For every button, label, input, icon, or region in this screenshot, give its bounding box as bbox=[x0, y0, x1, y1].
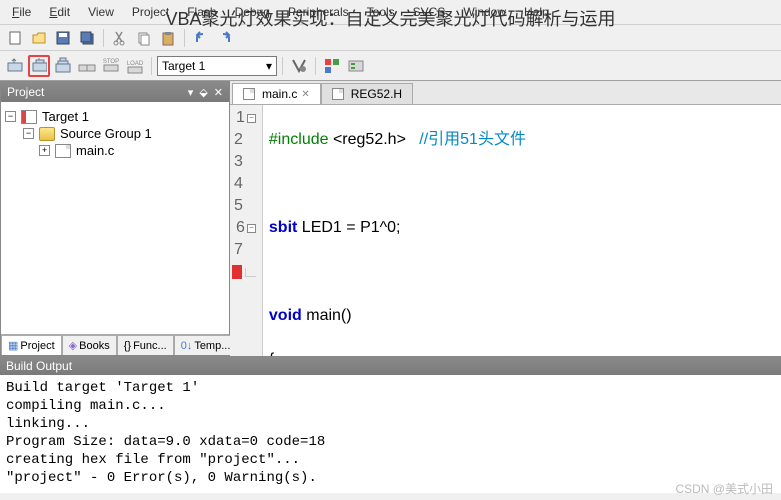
build-output-header: Build Output bbox=[0, 357, 781, 375]
menu-file[interactable]: File bbox=[4, 3, 39, 21]
options-button[interactable] bbox=[288, 55, 310, 77]
copy-button[interactable] bbox=[133, 27, 155, 49]
target-icon bbox=[21, 110, 37, 124]
standard-toolbar bbox=[0, 25, 781, 51]
paste-button[interactable] bbox=[157, 27, 179, 49]
fold-icon[interactable]: − bbox=[247, 114, 256, 123]
project-panel-header: Project ▾ ⬙ ✕ bbox=[1, 82, 229, 102]
separator bbox=[184, 29, 185, 47]
panel-close-icon[interactable]: ✕ bbox=[214, 86, 223, 99]
stop-build-button[interactable]: STOP bbox=[100, 55, 122, 77]
tree-toggle-icon[interactable]: − bbox=[23, 128, 34, 139]
separator bbox=[315, 57, 316, 75]
cut-button[interactable] bbox=[109, 27, 131, 49]
tree-group[interactable]: − Source Group 1 bbox=[5, 125, 225, 142]
code-content[interactable]: #include <reg52.h> //引用51头文件 sbit LED1 =… bbox=[263, 105, 532, 356]
editor-tab-reg52[interactable]: REG52.H bbox=[321, 83, 413, 104]
editor-tabs: main.c ✕ REG52.H bbox=[230, 81, 781, 105]
menubar: File Edit View Project Flash Debug Perip… bbox=[0, 0, 781, 25]
menu-flash[interactable]: Flash bbox=[179, 3, 224, 21]
tab-functions[interactable]: {}Func... bbox=[117, 335, 174, 355]
menu-edit[interactable]: Edit bbox=[41, 3, 78, 21]
svg-text:STOP: STOP bbox=[103, 59, 119, 65]
tab-project[interactable]: ▦Project bbox=[1, 335, 62, 355]
build-output-panel: Build Output Build target 'Target 1' com… bbox=[0, 356, 781, 493]
translate-button[interactable] bbox=[4, 55, 26, 77]
new-file-button[interactable] bbox=[4, 27, 26, 49]
menu-tools[interactable]: Tools bbox=[359, 3, 403, 21]
save-button[interactable] bbox=[52, 27, 74, 49]
bookmark-icon[interactable] bbox=[232, 265, 242, 279]
tree-toggle-icon[interactable]: − bbox=[5, 111, 16, 122]
rebuild-button[interactable] bbox=[52, 55, 74, 77]
build-target-button[interactable] bbox=[28, 55, 50, 77]
tree-target[interactable]: − Target 1 bbox=[5, 108, 225, 125]
tree-toggle-icon[interactable]: + bbox=[39, 145, 50, 156]
tree-group-label: Source Group 1 bbox=[60, 126, 152, 141]
undo-button[interactable] bbox=[190, 27, 212, 49]
redo-button[interactable] bbox=[214, 27, 236, 49]
project-panel: Project ▾ ⬙ ✕ − Target 1 − Source Group … bbox=[0, 81, 230, 356]
separator bbox=[282, 57, 283, 75]
build-output-text[interactable]: Build target 'Target 1' compiling main.c… bbox=[0, 375, 781, 493]
tree-target-label: Target 1 bbox=[42, 109, 89, 124]
editor-panel: main.c ✕ REG52.H 1− 2 3 4 5 6− 7 8 #incl… bbox=[230, 81, 781, 356]
editor-tab-mainc[interactable]: main.c ✕ bbox=[232, 83, 321, 104]
fold-icon[interactable]: − bbox=[247, 224, 256, 233]
tab-books[interactable]: ◈Books bbox=[62, 335, 117, 355]
watermark: CSDN @美式小田 bbox=[675, 480, 773, 497]
target-combo[interactable]: Target 1 ▾ bbox=[157, 56, 277, 76]
batch-build-button[interactable] bbox=[76, 55, 98, 77]
c-file-icon bbox=[243, 88, 255, 100]
svg-text:LOAD: LOAD bbox=[127, 61, 144, 67]
tab-templates[interactable]: 0↓Temp... bbox=[174, 335, 238, 355]
line-gutter: 1− 2 3 4 5 6− 7 8 bbox=[230, 105, 263, 356]
menu-help[interactable]: Help bbox=[516, 3, 557, 21]
chevron-down-icon: ▾ bbox=[266, 59, 272, 73]
close-tab-icon[interactable]: ✕ bbox=[301, 89, 309, 100]
project-tree[interactable]: − Target 1 − Source Group 1 + main.c bbox=[1, 102, 229, 334]
h-file-icon bbox=[332, 88, 344, 100]
target-combo-value: Target 1 bbox=[162, 59, 205, 73]
separator bbox=[103, 29, 104, 47]
menu-debug[interactable]: Debug bbox=[227, 3, 278, 21]
download-button[interactable]: LOAD bbox=[124, 55, 146, 77]
project-panel-tabs: ▦Project ◈Books {}Func... 0↓Temp... bbox=[1, 334, 229, 355]
manage-components-button[interactable] bbox=[321, 55, 343, 77]
project-panel-title: Project bbox=[7, 85, 44, 99]
c-file-icon bbox=[55, 144, 71, 158]
tree-file-label: main.c bbox=[76, 143, 114, 158]
menu-project[interactable]: Project bbox=[124, 3, 177, 21]
menu-view[interactable]: View bbox=[80, 3, 122, 21]
panel-autohide-icon[interactable]: ⬙ bbox=[199, 86, 207, 99]
menu-window[interactable]: Window bbox=[455, 3, 514, 21]
menu-svcs[interactable]: SVCS bbox=[405, 3, 454, 21]
save-all-button[interactable] bbox=[76, 27, 98, 49]
menu-peripherals[interactable]: Peripherals bbox=[280, 3, 357, 21]
code-editor[interactable]: 1− 2 3 4 5 6− 7 8 #include <reg52.h> //引… bbox=[230, 105, 781, 356]
separator bbox=[151, 57, 152, 75]
folder-icon bbox=[39, 127, 55, 141]
open-file-button[interactable] bbox=[28, 27, 50, 49]
tree-file[interactable]: + main.c bbox=[5, 142, 225, 159]
manage-rte-button[interactable] bbox=[345, 55, 367, 77]
panel-pin-icon[interactable]: ▾ bbox=[188, 86, 194, 99]
build-toolbar: STOP LOAD Target 1 ▾ bbox=[0, 51, 781, 81]
